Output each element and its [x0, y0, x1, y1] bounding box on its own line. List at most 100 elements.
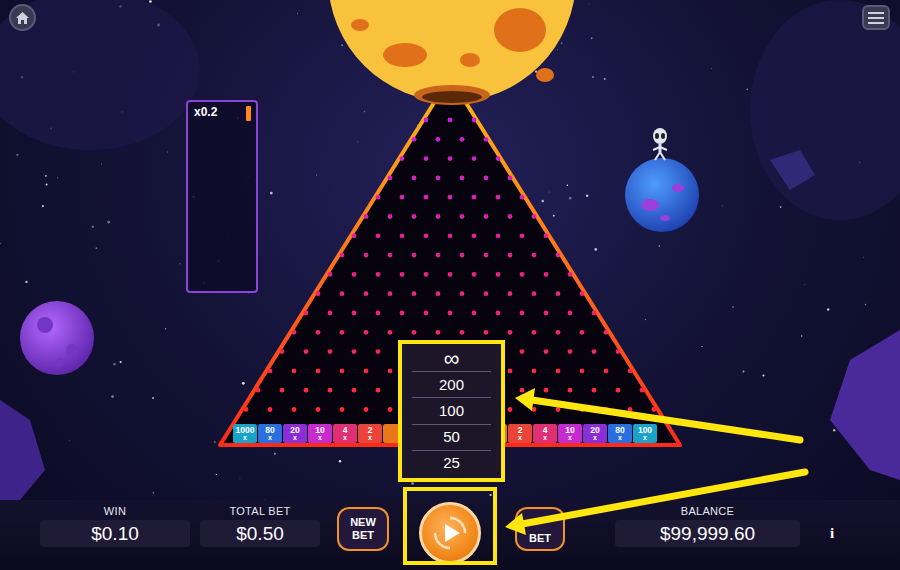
peg — [340, 407, 345, 412]
multiplier-slot: 4x — [333, 424, 357, 443]
peg — [400, 272, 405, 277]
multiplier-suffix: x — [618, 434, 622, 441]
peg — [244, 407, 249, 412]
autoplay-menu: ∞2001005025 — [398, 340, 505, 482]
multiplier-slot: 80x — [258, 424, 282, 443]
peg — [628, 369, 633, 374]
peg — [388, 214, 393, 219]
peg — [472, 272, 477, 277]
peg — [352, 233, 357, 238]
star — [239, 477, 241, 479]
star — [270, 192, 273, 195]
peg — [508, 253, 513, 258]
star — [45, 175, 47, 177]
peg — [376, 349, 381, 354]
multiplier-value: 20 — [590, 426, 599, 435]
peg — [472, 233, 477, 238]
peg — [412, 253, 417, 258]
star — [645, 319, 646, 320]
peg — [400, 233, 405, 238]
autoplay-option[interactable]: 25 — [412, 451, 491, 476]
multiplier-value: 80 — [615, 426, 624, 435]
play-button[interactable] — [419, 502, 481, 564]
multiplier-value: 1000 — [236, 426, 255, 435]
new-bet-button[interactable]: NEW BET — [337, 507, 389, 551]
balance: BALANCE$99,999.60 — [615, 505, 800, 547]
peg — [412, 137, 417, 142]
multiplier-value: 10 — [565, 426, 574, 435]
peg — [304, 388, 309, 393]
autoplay-option[interactable]: 50 — [412, 425, 491, 451]
star — [68, 440, 70, 442]
peg — [448, 156, 453, 161]
autoplay-option[interactable]: ∞ — [412, 346, 491, 372]
star — [833, 429, 835, 431]
bet-label: BET — [529, 532, 551, 545]
peg — [256, 388, 261, 393]
multiplier-value: 2 — [368, 426, 373, 435]
peg — [592, 388, 597, 393]
peg — [496, 311, 501, 316]
peg — [472, 156, 477, 161]
peg — [328, 388, 333, 393]
multiplier-value: 10 — [315, 426, 324, 435]
star — [341, 44, 343, 46]
star — [113, 363, 116, 366]
play-icon — [430, 513, 470, 553]
peg — [340, 369, 345, 374]
peg — [388, 291, 393, 296]
peg — [448, 195, 453, 200]
peg — [532, 291, 537, 296]
star — [801, 335, 803, 337]
peg — [592, 349, 597, 354]
peg — [568, 349, 573, 354]
peg — [508, 291, 513, 296]
multiplier-slot: 10x — [558, 424, 582, 443]
star — [25, 281, 27, 283]
peg — [400, 311, 405, 316]
peg — [424, 156, 429, 161]
star — [274, 453, 276, 455]
info-button[interactable]: i — [830, 522, 834, 545]
star — [780, 206, 782, 208]
autoplay-option[interactable]: 100 — [412, 398, 491, 424]
moon-icon — [328, 0, 576, 105]
multiplier-slot: 1000x — [233, 424, 257, 443]
home-icon — [15, 11, 30, 25]
balance-label: BALANCE — [615, 505, 800, 518]
peg — [580, 330, 585, 335]
nebula — [0, 0, 200, 150]
peg — [460, 214, 465, 219]
menu-button[interactable] — [862, 5, 890, 30]
peg — [448, 118, 453, 123]
multiplier-value: 100 — [638, 426, 652, 435]
peg — [376, 311, 381, 316]
play-area-wrap — [403, 505, 497, 564]
multiplier-slot: 2x — [508, 424, 532, 443]
home-button[interactable] — [9, 4, 36, 31]
star — [242, 382, 245, 385]
multiplier-suffix: x — [568, 434, 572, 441]
star — [659, 245, 660, 246]
star — [557, 49, 558, 50]
multiplier-value: 2 — [518, 426, 523, 435]
new-bet-label: NEW BET — [346, 516, 380, 541]
bet-button[interactable]: BET — [515, 507, 565, 551]
peg — [460, 330, 465, 335]
star — [804, 283, 806, 285]
peg — [532, 407, 537, 412]
peg — [604, 330, 609, 335]
multiplier-slot: 80x — [608, 424, 632, 443]
peg — [640, 388, 645, 393]
star — [214, 441, 216, 443]
peg — [424, 311, 429, 316]
star — [92, 225, 94, 227]
peg — [604, 407, 609, 412]
autoplay-option[interactable]: 200 — [412, 372, 491, 398]
history-panel: x0.2 — [186, 100, 258, 293]
star — [179, 263, 181, 265]
peg — [532, 253, 537, 258]
star — [149, 0, 152, 3]
rock — [770, 150, 815, 190]
asteroid-icon — [20, 301, 94, 375]
